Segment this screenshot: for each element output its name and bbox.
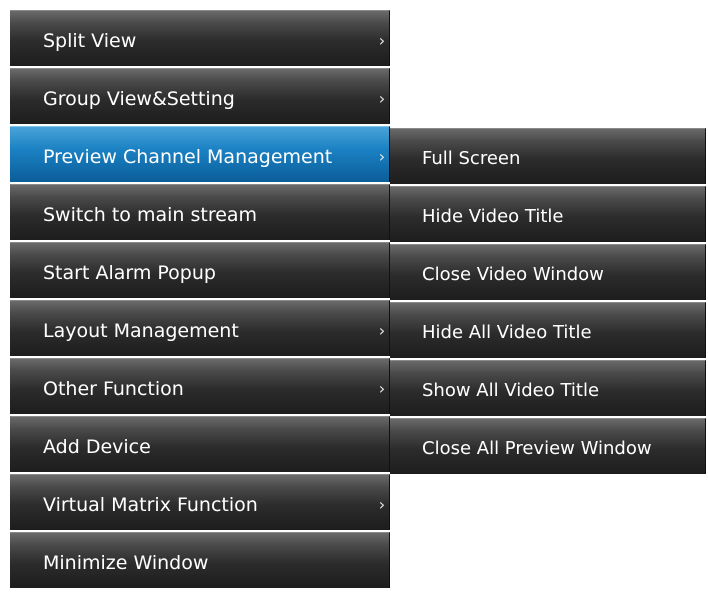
menu-item-preview-channel-management[interactable]: Preview Channel Management › <box>10 126 390 182</box>
menu-item-label: Split View <box>43 30 137 52</box>
menu-item-label: Switch to main stream <box>43 204 258 226</box>
submenu-item-hide-all-video-title[interactable]: Hide All Video Title <box>390 302 706 358</box>
menu-item-label: Add Device <box>43 436 151 458</box>
submenu-item-label: Hide Video Title <box>422 206 564 227</box>
chevron-right-icon: › <box>378 379 386 398</box>
menu-item-layout-management[interactable]: Layout Management › <box>10 300 390 356</box>
chevron-right-icon: › <box>378 31 386 50</box>
submenu-item-full-screen[interactable]: Full Screen <box>390 128 706 184</box>
menu-item-virtual-matrix-function[interactable]: Virtual Matrix Function › <box>10 474 390 530</box>
chevron-right-icon: › <box>378 147 386 166</box>
menu-item-minimize-window[interactable]: Minimize Window <box>10 532 390 588</box>
submenu-item-close-all-preview-window[interactable]: Close All Preview Window <box>390 418 706 474</box>
menu-item-switch-to-main-stream[interactable]: Switch to main stream <box>10 184 390 240</box>
menu-item-label: Layout Management <box>43 320 239 342</box>
submenu-item-label: Close All Preview Window <box>422 438 652 459</box>
submenu-item-label: Close Video Window <box>422 264 604 285</box>
chevron-right-icon: › <box>378 321 386 340</box>
submenu-item-hide-video-title[interactable]: Hide Video Title <box>390 186 706 242</box>
submenu-item-close-video-window[interactable]: Close Video Window <box>390 244 706 300</box>
menu-item-label: Start Alarm Popup <box>43 262 216 284</box>
menu-item-split-view[interactable]: Split View › <box>10 10 390 66</box>
submenu-item-label: Hide All Video Title <box>422 322 592 343</box>
submenu-item-label: Show All Video Title <box>422 380 600 401</box>
context-menu: Split View › Group View&Setting › Previe… <box>10 10 390 590</box>
submenu-item-show-all-video-title[interactable]: Show All Video Title <box>390 360 706 416</box>
menu-item-label: Preview Channel Management <box>43 146 333 168</box>
preview-channel-submenu: Full Screen Hide Video Title Close Video… <box>390 128 706 476</box>
menu-item-other-function[interactable]: Other Function › <box>10 358 390 414</box>
submenu-item-label: Full Screen <box>422 148 521 169</box>
menu-item-start-alarm-popup[interactable]: Start Alarm Popup <box>10 242 390 298</box>
menu-item-group-view-setting[interactable]: Group View&Setting › <box>10 68 390 124</box>
menu-item-label: Virtual Matrix Function <box>43 494 258 516</box>
menu-item-label: Minimize Window <box>43 552 209 574</box>
menu-item-add-device[interactable]: Add Device <box>10 416 390 472</box>
menu-item-label: Group View&Setting <box>43 88 235 110</box>
menu-item-label: Other Function <box>43 378 184 400</box>
chevron-right-icon: › <box>378 495 386 514</box>
chevron-right-icon: › <box>378 89 386 108</box>
